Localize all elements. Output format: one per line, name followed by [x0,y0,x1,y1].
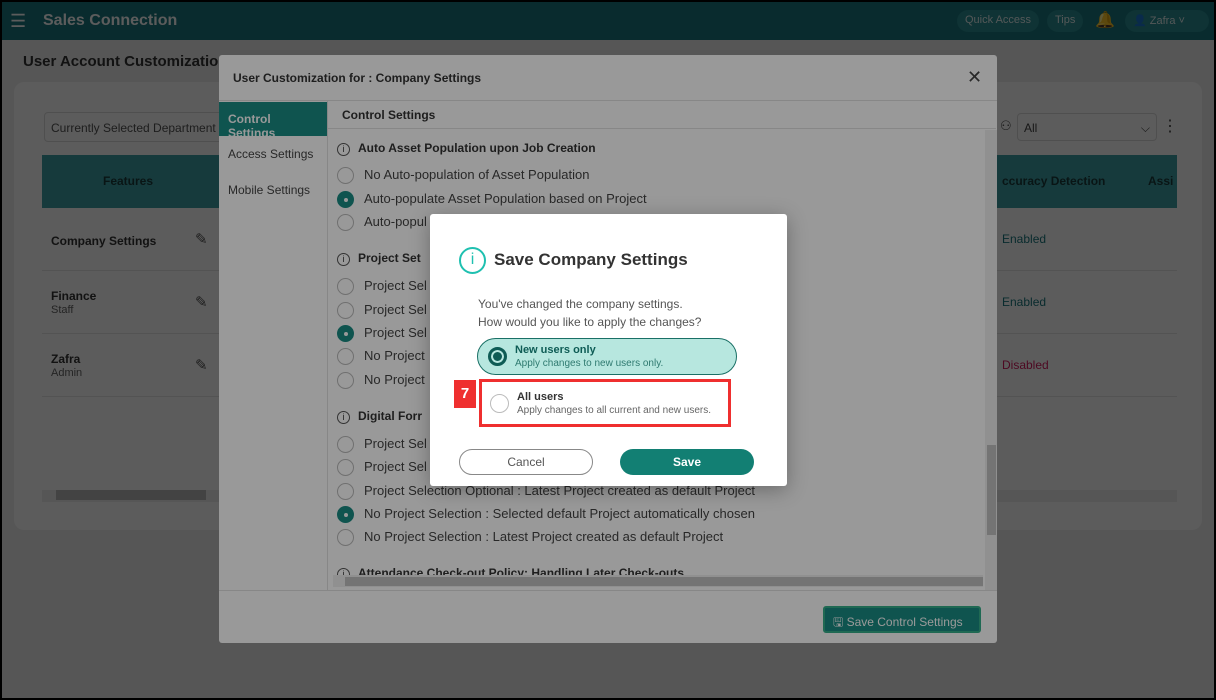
option-new-users-only[interactable]: New users only Apply changes to new user… [477,338,737,375]
app-window: ☰ Sales Connection Quick Access Tips 🔔 👤… [2,2,1214,698]
option-sub: Apply changes to new users only. [515,358,664,369]
option-label: New users only [515,344,596,356]
radio-selected[interactable] [488,347,507,366]
dialog-title: Save Company Settings [494,250,688,269]
dialog-message: You've changed the company settings. How … [478,295,701,331]
annotation-highlight [479,379,731,427]
annotation-number: 7 [454,380,476,408]
message-line: How would you like to apply the changes? [478,315,702,329]
save-button[interactable]: Save [620,449,754,475]
info-icon: i [459,247,486,274]
cancel-button[interactable]: Cancel [459,449,593,475]
message-line: You've changed the company settings. [478,297,683,311]
save-company-settings-dialog: i Save Company Settings You've changed t… [430,214,787,486]
